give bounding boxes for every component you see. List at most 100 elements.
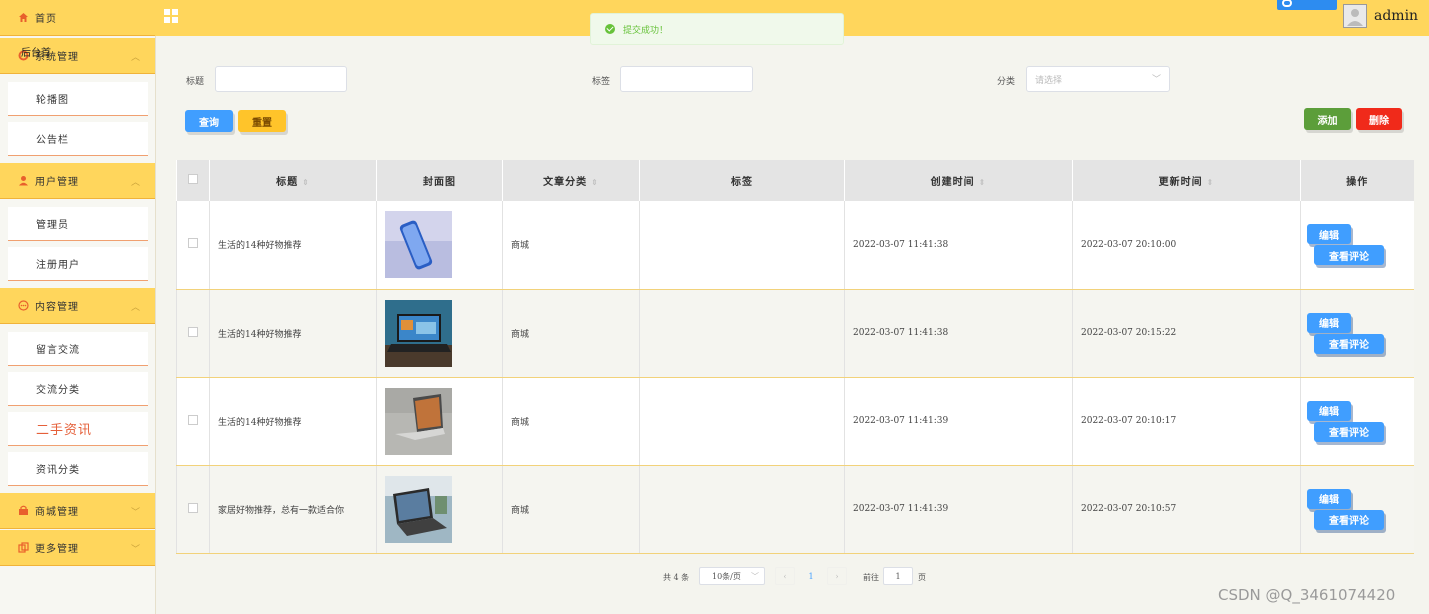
prev-page-button[interactable]: ‹ bbox=[775, 567, 795, 585]
title-filter-input[interactable] bbox=[215, 66, 347, 92]
row-category: 商城 bbox=[502, 377, 640, 466]
tag-filter-label: 标签 bbox=[592, 77, 611, 87]
next-page-button[interactable]: › bbox=[827, 567, 847, 585]
sidebar-group-mall[interactable]: 商城管理 ﹀ bbox=[0, 493, 155, 529]
row-checkbox[interactable] bbox=[187, 238, 198, 249]
table-row: 生活的14种好物推荐 商城 2022-03-07 11:41:39 2022-0… bbox=[176, 377, 1414, 466]
table-row: 家居好物推荐，总有一款适合你 商城 2022-03-07 11:41:39 20… bbox=[176, 465, 1414, 554]
delete-button[interactable]: 删除 bbox=[1356, 108, 1402, 130]
laptop-thumbnail[interactable] bbox=[385, 387, 452, 455]
column-header-updated[interactable]: 更新时间 ⇕ bbox=[1072, 160, 1301, 201]
chevron-up-icon: ︿ bbox=[130, 303, 141, 313]
sidebar-item-registered-users[interactable]: 注册用户 bbox=[8, 247, 148, 281]
laptop-thumbnail[interactable] bbox=[385, 475, 452, 543]
shop-icon bbox=[18, 505, 29, 516]
sidebar-group-content[interactable]: 内容管理 ︿ bbox=[0, 288, 155, 324]
column-header-cover: 封面图 bbox=[376, 160, 503, 201]
page-suffix: 页 bbox=[918, 573, 926, 582]
edit-button[interactable]: 编辑 bbox=[1307, 312, 1351, 333]
chevron-right-icon: › bbox=[835, 571, 839, 581]
row-created: 2022-03-07 11:41:38 bbox=[844, 201, 1073, 290]
edit-button[interactable]: 编辑 bbox=[1307, 488, 1351, 509]
row-updated: 2022-03-07 20:10:00 bbox=[1072, 201, 1301, 290]
sidebar-item-home[interactable]: 首页 bbox=[0, 0, 155, 36]
row-cover-cell bbox=[376, 201, 503, 290]
page-size-select[interactable]: 10条/页 ﹀ bbox=[699, 567, 765, 585]
success-toast: 提交成功！ bbox=[590, 13, 844, 45]
tag-filter-input[interactable] bbox=[620, 66, 753, 92]
category-filter-label: 分类 bbox=[997, 77, 1016, 87]
sidebar-item-carousel[interactable]: 轮播图 bbox=[8, 82, 148, 116]
view-comments-button[interactable]: 查看评论 bbox=[1314, 333, 1384, 354]
chevron-up-icon: ︿ bbox=[130, 53, 141, 63]
sort-icon[interactable]: ⇕ bbox=[302, 177, 310, 187]
row-title: 生活的14种好物推荐 bbox=[209, 289, 377, 378]
sidebar-group-more[interactable]: 更多管理 ﹀ bbox=[0, 530, 155, 566]
sidebar-item-admin[interactable]: 管理员 bbox=[8, 207, 148, 241]
row-created: 2022-03-07 11:41:39 bbox=[844, 465, 1073, 554]
view-comments-button[interactable]: 查看评论 bbox=[1314, 509, 1384, 530]
phone-thumbnail[interactable] bbox=[385, 211, 452, 279]
row-created: 2022-03-07 11:41:38 bbox=[844, 289, 1073, 378]
column-header-category[interactable]: 文章分类 ⇕ bbox=[502, 160, 640, 201]
sidebar-item-notice[interactable]: 公告栏 bbox=[8, 122, 148, 156]
sidebar-item-message[interactable]: 留言交流 bbox=[8, 332, 148, 366]
row-actions: 编辑 查看评论 bbox=[1300, 377, 1414, 466]
username[interactable]: admin bbox=[1374, 8, 1418, 24]
add-button[interactable]: 添加 bbox=[1304, 108, 1351, 130]
row-updated: 2022-03-07 20:10:17 bbox=[1072, 377, 1301, 466]
goto-page-input[interactable]: 1 bbox=[883, 567, 913, 585]
select-all-checkbox[interactable] bbox=[188, 174, 198, 184]
view-comments-button[interactable]: 查看评论 bbox=[1314, 245, 1384, 265]
chevron-down-icon: ﹀ bbox=[1151, 75, 1161, 85]
column-header-created[interactable]: 创建时间 ⇕ bbox=[844, 160, 1073, 201]
view-comments-button[interactable]: 查看评论 bbox=[1314, 421, 1384, 442]
edit-button[interactable]: 编辑 bbox=[1307, 400, 1351, 421]
article-table: 标题 ⇕ 封面图 文章分类 ⇕ 标签 创建时间 ⇕ 更新时间 ⇕ 操作 生活的14种好物… bbox=[176, 160, 1414, 554]
query-button[interactable]: 查询 bbox=[185, 110, 233, 132]
page-number-current[interactable]: 1 bbox=[799, 567, 823, 585]
row-actions: 编辑 查看评论 bbox=[1300, 289, 1414, 378]
sidebar-group-user[interactable]: 用户管理 ︿ bbox=[0, 163, 155, 199]
row-title: 生活的14种好物推荐 bbox=[209, 201, 377, 290]
row-tags bbox=[639, 201, 845, 290]
row-checkbox[interactable] bbox=[187, 502, 198, 513]
column-header-title[interactable]: 标题 ⇕ bbox=[209, 160, 377, 201]
user-icon bbox=[18, 175, 29, 186]
sidebar-item-secondhand-news[interactable]: 二手资讯 bbox=[8, 412, 148, 446]
overlay-tooltip: 后台首 bbox=[21, 48, 51, 59]
toast-message: 提交成功！ bbox=[623, 25, 669, 36]
title-filter-label: 标题 bbox=[186, 77, 205, 87]
row-tags bbox=[639, 377, 845, 466]
row-cover-cell bbox=[376, 465, 503, 554]
table-header-row: 标题 ⇕ 封面图 文章分类 ⇕ 标签 创建时间 ⇕ 更新时间 ⇕ 操作 bbox=[176, 160, 1414, 201]
sidebar-item-news-category[interactable]: 资讯分类 bbox=[8, 452, 148, 486]
row-select-cell bbox=[176, 289, 210, 378]
select-all-header[interactable] bbox=[176, 160, 210, 201]
reset-button[interactable]: 重置 bbox=[238, 110, 286, 132]
row-tags bbox=[639, 465, 845, 554]
chevron-left-icon: ‹ bbox=[783, 571, 787, 581]
avatar[interactable] bbox=[1343, 4, 1367, 28]
sort-icon[interactable]: ⇕ bbox=[591, 177, 599, 187]
laptop-thumbnail[interactable] bbox=[385, 299, 452, 367]
sidebar-item-exchange-category[interactable]: 交流分类 bbox=[8, 372, 148, 406]
sort-icon[interactable]: ⇕ bbox=[979, 177, 987, 187]
floating-badge[interactable] bbox=[1277, 0, 1337, 10]
category-select[interactable]: 请选择 ﹀ bbox=[1026, 66, 1170, 92]
grid-menu-icon[interactable] bbox=[164, 9, 178, 23]
sort-icon[interactable]: ⇕ bbox=[1207, 177, 1215, 187]
sidebar-item-label: 首页 bbox=[35, 14, 57, 25]
sidebar-group-label: 更多管理 bbox=[35, 544, 79, 555]
column-header-actions: 操作 bbox=[1300, 160, 1414, 201]
row-actions: 编辑 查看评论 bbox=[1300, 465, 1414, 554]
row-checkbox[interactable] bbox=[187, 326, 198, 337]
row-updated: 2022-03-07 20:15:22 bbox=[1072, 289, 1301, 378]
watermark: CSDN @Q_3461074420 bbox=[1218, 586, 1396, 604]
sidebar-group-label: 内容管理 bbox=[35, 302, 79, 313]
row-checkbox[interactable] bbox=[187, 414, 198, 425]
category-select-placeholder: 请选择 bbox=[1035, 75, 1063, 86]
edit-button[interactable]: 编辑 bbox=[1307, 224, 1351, 244]
row-category: 商城 bbox=[502, 465, 640, 554]
row-select-cell bbox=[176, 377, 210, 466]
